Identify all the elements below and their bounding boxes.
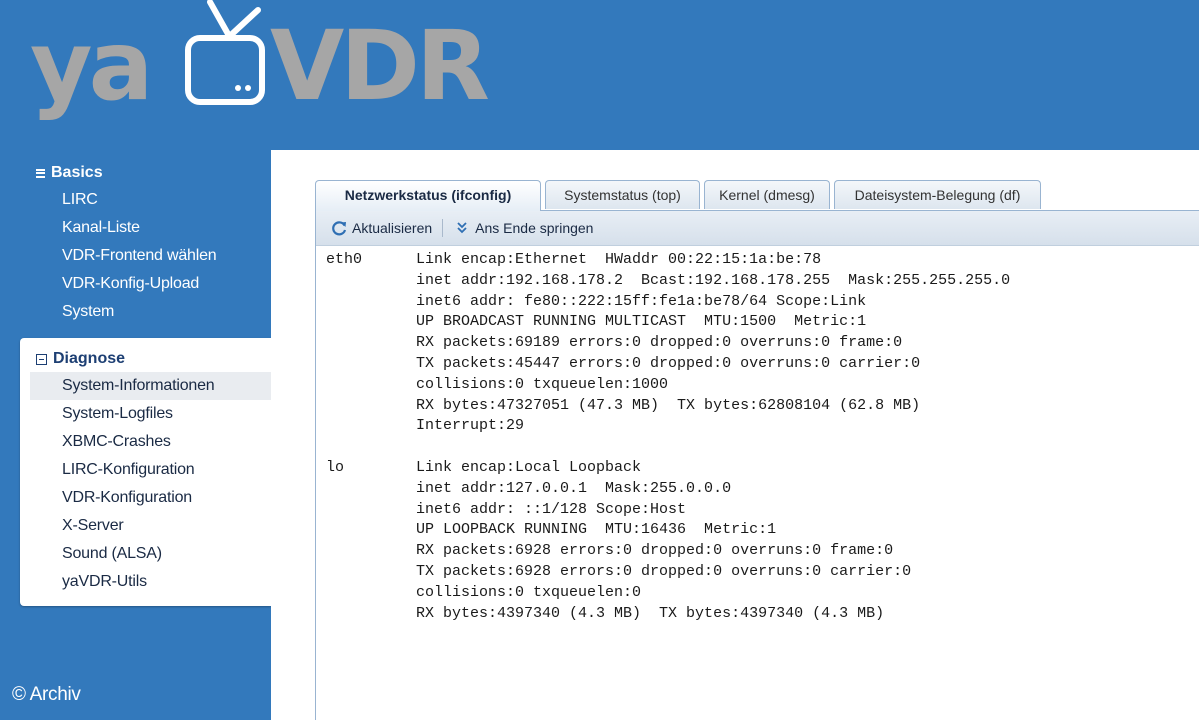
ifconfig-output: eth0 Link encap:Ethernet HWaddr 00:22:15…	[316, 246, 1199, 624]
logo-text-ya: ya	[30, 10, 153, 122]
sidebar-item-yavdr-utils[interactable]: yaVDR-Utils	[20, 568, 271, 596]
tab-bar: Netzwerkstatus (ifconfig) Systemstatus (…	[315, 180, 1199, 211]
yavdr-logo: ya VDR	[30, 0, 490, 140]
sidebar-item-lirc[interactable]: LIRC	[20, 186, 271, 214]
sidebar-item-lirc-konfiguration[interactable]: LIRC-Konfiguration	[20, 456, 271, 484]
tab-kernel[interactable]: Kernel (dmesg)	[704, 180, 830, 209]
sidebar-item-system-informationen[interactable]: System-Informationen	[30, 372, 271, 400]
output-line: UP LOOPBACK RUNNING MTU:16436 Metric:1	[326, 521, 777, 539]
sidebar-item-system-logfiles[interactable]: System-Logfiles	[20, 400, 271, 428]
output-line: collisions:0 txqueuelen:1000	[326, 375, 669, 393]
scroll-to-end-label: Ans Ende springen	[475, 220, 594, 236]
tab-systemstatus[interactable]: Systemstatus (top)	[545, 180, 700, 209]
output-line: UP BROADCAST RUNNING MULTICAST MTU:1500 …	[326, 313, 867, 331]
sidebar-item-x-server[interactable]: X-Server	[20, 512, 271, 540]
sidebar-item-kanal-liste[interactable]: Kanal-Liste	[20, 214, 271, 242]
sidebar-basics-list: LIRC Kanal-Liste VDR-Frontend wählen VDR…	[20, 186, 271, 326]
tab-content: Aktualisieren Ans Ende springen eth0 Lin…	[315, 211, 1199, 720]
refresh-label: Aktualisieren	[352, 220, 433, 236]
output-line: RX packets:69189 errors:0 dropped:0 over…	[326, 334, 903, 352]
output-line: TX packets:6928 errors:0 dropped:0 overr…	[326, 562, 912, 580]
output-line: lo Link encap:Local Loopback	[326, 458, 642, 476]
output-line: inet addr:127.0.0.1 Mask:255.0.0.0	[326, 479, 732, 497]
output-line: RX packets:6928 errors:0 dropped:0 overr…	[326, 542, 894, 560]
output-line: inet addr:192.168.178.2 Bcast:192.168.17…	[326, 271, 1011, 289]
output-line: RX bytes:47327051 (47.3 MB) TX bytes:628…	[326, 396, 921, 414]
collapse-icon[interactable]	[36, 168, 45, 178]
toolbar: Aktualisieren Ans Ende springen	[316, 211, 1199, 246]
double-chevron-down-icon	[457, 222, 467, 234]
refresh-icon	[332, 221, 347, 236]
sidebar-item-sound-alsa[interactable]: Sound (ALSA)	[20, 540, 271, 568]
scroll-to-end-button[interactable]: Ans Ende springen	[453, 219, 593, 237]
sidebar-item-system[interactable]: System	[20, 298, 271, 326]
toolbar-separator	[442, 219, 444, 237]
tab-dateisystem[interactable]: Dateisystem-Belegung (df)	[834, 180, 1041, 209]
sidebar: Basics LIRC Kanal-Liste VDR-Frontend wäh…	[20, 150, 271, 606]
sidebar-item-vdr-frontend[interactable]: VDR-Frontend wählen	[20, 242, 271, 270]
sidebar-group-title: Diagnose	[53, 350, 126, 367]
sidebar-group-title: Basics	[51, 164, 103, 181]
copyright-notice: © Archiv	[12, 684, 81, 705]
output-line: inet6 addr: ::1/128 Scope:Host	[326, 500, 687, 518]
tab-netzwerkstatus[interactable]: Netzwerkstatus (ifconfig)	[315, 180, 541, 211]
sidebar-group-diagnose-panel: Diagnose System-Informationen System-Log…	[20, 338, 271, 606]
output-line: TX packets:45447 errors:0 dropped:0 over…	[326, 354, 921, 372]
logo-text-vdr: VDR	[270, 10, 490, 122]
output-line: RX bytes:4397340 (4.3 MB) TX bytes:43973…	[326, 604, 885, 622]
sidebar-group-diagnose[interactable]: Diagnose	[20, 346, 271, 372]
output-line: Interrupt:29	[326, 417, 525, 435]
sidebar-item-vdr-konfiguration[interactable]: VDR-Konfiguration	[20, 484, 271, 512]
output-line: eth0 Link encap:Ethernet HWaddr 00:22:15…	[326, 251, 822, 268]
refresh-button[interactable]: Aktualisieren	[330, 219, 432, 237]
output-line: collisions:0 txqueuelen:0	[326, 583, 642, 601]
sidebar-group-basics[interactable]: Basics	[20, 160, 271, 186]
tv-icon	[185, 0, 265, 105]
output-line: inet6 addr: fe80::222:15ff:fe1a:be78/64 …	[326, 292, 867, 310]
sidebar-item-xbmc-crashes[interactable]: XBMC-Crashes	[20, 428, 271, 456]
sidebar-item-vdr-konfig-upload[interactable]: VDR-Konfig-Upload	[20, 270, 271, 298]
collapse-icon[interactable]	[36, 353, 47, 365]
main-panel: Netzwerkstatus (ifconfig) Systemstatus (…	[271, 150, 1199, 720]
